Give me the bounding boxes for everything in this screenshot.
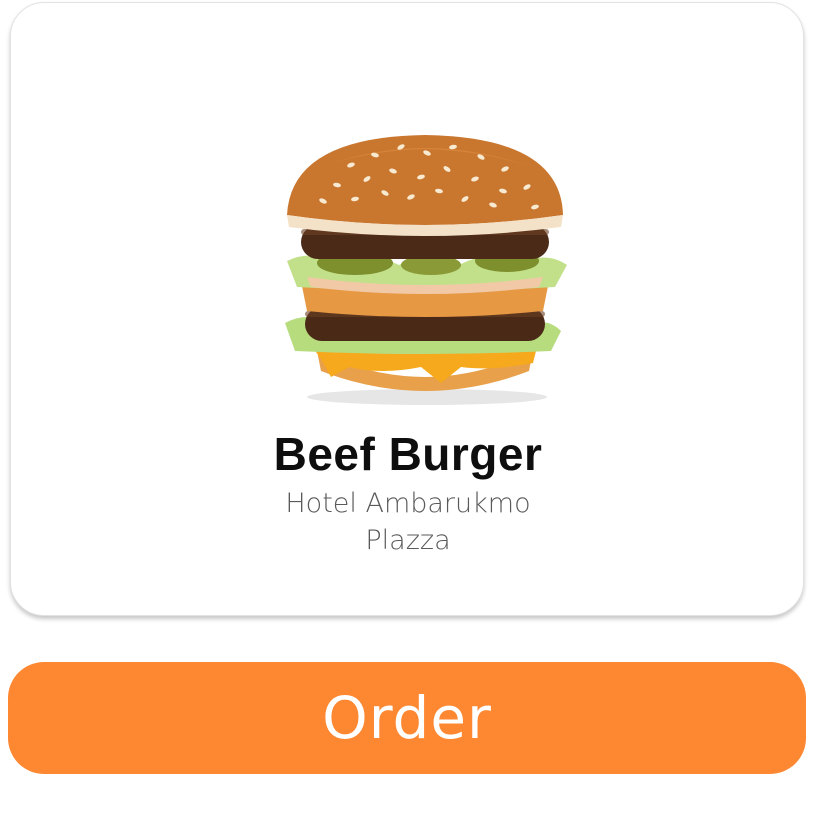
- product-location: Hotel Ambarukmo Plazza: [285, 488, 531, 556]
- order-button[interactable]: Order: [8, 662, 806, 774]
- burger-image: [285, 135, 567, 405]
- screen: Beef Burger Hotel Ambarukmo Plazza Order: [0, 0, 814, 821]
- product-title: Beef Burger: [273, 428, 543, 480]
- product-card[interactable]: Beef Burger Hotel Ambarukmo Plazza: [10, 2, 804, 616]
